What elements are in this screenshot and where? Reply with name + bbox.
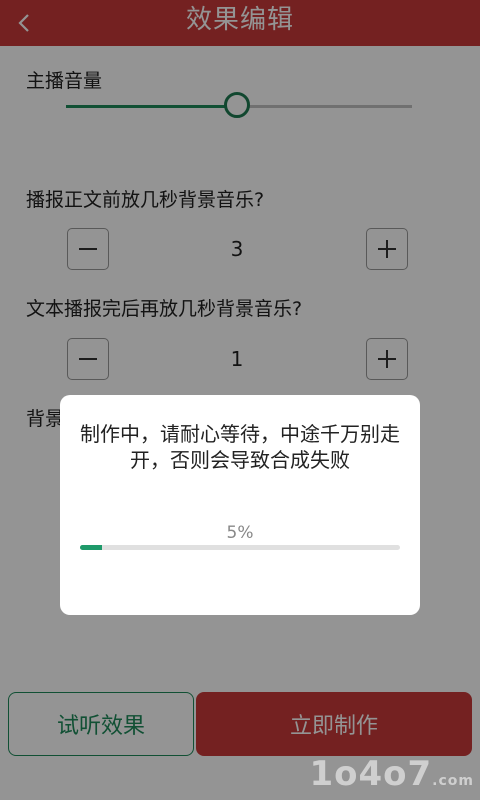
progress-bar <box>80 545 400 550</box>
progress-dialog: 制作中，请耐心等待，中途千万别走开，否则会导致合成失败 5% <box>60 395 420 615</box>
watermark-logo: 1o4o7.com <box>309 754 474 794</box>
dialog-message: 制作中，请耐心等待，中途千万别走开，否则会导致合成失败 <box>80 422 400 472</box>
progress-bar-fill <box>80 545 103 550</box>
progress-percent: 5% <box>226 523 254 543</box>
watermark-text: 1o4o7 <box>309 754 433 794</box>
watermark-suffix: .com <box>432 773 474 789</box>
